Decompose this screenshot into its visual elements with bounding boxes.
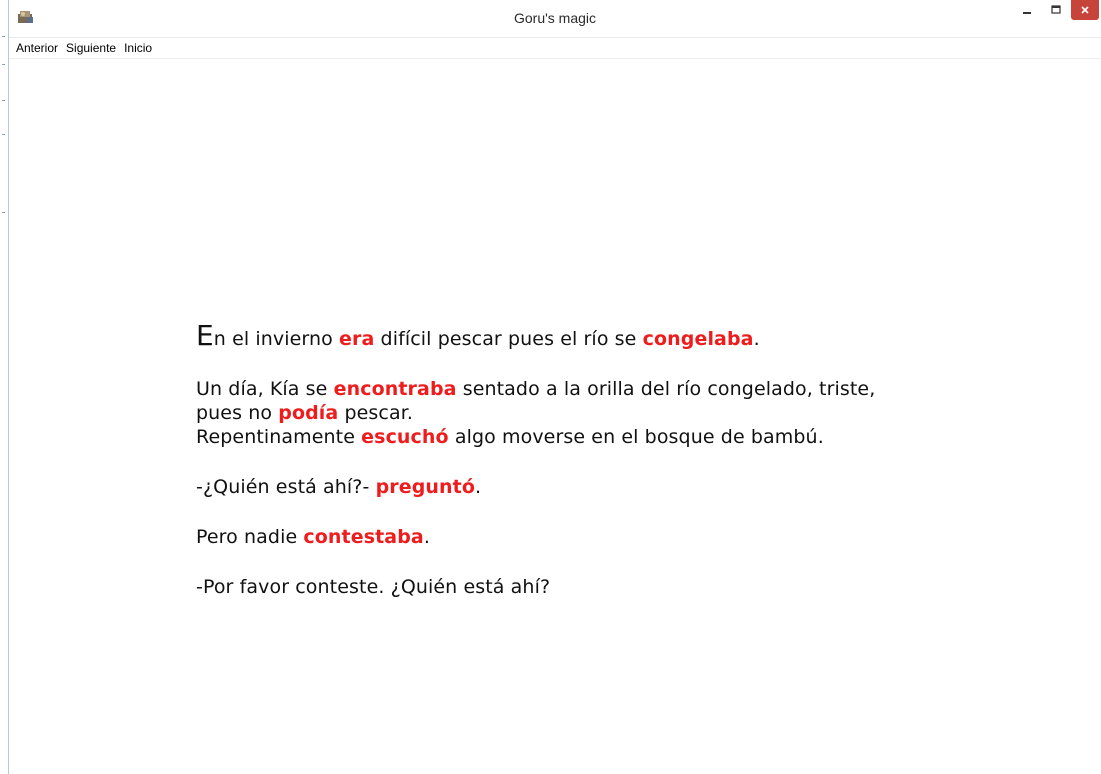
story-text-segment: . bbox=[753, 328, 760, 350]
story-line: Un día, Kía se encontraba sentado a la o… bbox=[196, 377, 1036, 401]
story-paragraph-2: Un día, Kía se encontraba sentado a la o… bbox=[196, 377, 1036, 449]
story-line: pues no podía pescar. bbox=[196, 401, 1036, 425]
maximize-icon bbox=[1050, 5, 1061, 14]
story-text-segment: pues no bbox=[196, 402, 279, 424]
title-bar[interactable]: Goru's magic bbox=[9, 0, 1101, 38]
window-title: Goru's magic bbox=[513, 10, 597, 26]
edge-tick bbox=[2, 212, 5, 213]
story-text-segment: . bbox=[423, 526, 430, 548]
highlighted-verb: podía bbox=[278, 402, 339, 424]
story-text-segment: Pero nadie bbox=[196, 526, 304, 548]
story-text-segment: algo moverse en el bosque de bambú. bbox=[448, 426, 824, 448]
story-text-segment: difícil pescar pues el río se bbox=[374, 328, 643, 350]
story-paragraph-4: Pero nadie contestaba. bbox=[196, 525, 1036, 549]
highlighted-verb: congelaba bbox=[642, 328, 754, 350]
minimize-icon bbox=[1022, 12, 1031, 14]
close-icon bbox=[1081, 6, 1089, 14]
edge-tick bbox=[2, 36, 5, 37]
menu-bar: Anterior Siguiente Inicio bbox=[9, 38, 1101, 59]
maximize-button[interactable] bbox=[1042, 0, 1069, 20]
story-paragraph-3: -¿Quién está ahí?- preguntó. bbox=[196, 475, 1036, 499]
drop-cap: E bbox=[196, 319, 214, 352]
story-text-segment: -Por favor conteste. ¿Quién está ahí? bbox=[196, 576, 551, 598]
story-text-segment: . bbox=[475, 476, 482, 498]
highlighted-verb: escuchó bbox=[361, 426, 449, 448]
desktop-edge bbox=[0, 0, 8, 774]
story-text-segment: Repentinamente bbox=[196, 426, 362, 448]
highlighted-verb: contestaba bbox=[303, 526, 424, 548]
story-text-segment: -¿Quién está ahí?- bbox=[196, 476, 376, 498]
edge-tick bbox=[2, 64, 5, 65]
menu-item-inicio[interactable]: Inicio bbox=[120, 38, 156, 59]
story-text-segment: Un día, Kía se bbox=[196, 378, 334, 400]
menu-item-siguiente[interactable]: Siguiente bbox=[62, 38, 120, 59]
story-line: Repentinamente escuchó algo moverse en e… bbox=[196, 425, 1036, 449]
app-window: Goru's magic Anterior Siguiente Inicio E… bbox=[8, 0, 1101, 774]
close-button[interactable] bbox=[1071, 0, 1099, 20]
minimize-button[interactable] bbox=[1013, 0, 1040, 20]
edge-tick bbox=[2, 134, 5, 135]
menu-item-anterior[interactable]: Anterior bbox=[12, 38, 62, 59]
story-paragraph-1: En el invierno era difícil pescar pues e… bbox=[196, 322, 1036, 351]
story-paragraph-5: -Por favor conteste. ¿Quién está ahí? bbox=[196, 575, 1036, 599]
story-text-segment: n el invierno bbox=[213, 328, 340, 350]
story-text-segment: sentado a la orilla del río congelado, t… bbox=[456, 378, 876, 400]
edge-tick bbox=[2, 100, 5, 101]
highlighted-verb: encontraba bbox=[333, 378, 457, 400]
story-text-segment: pescar. bbox=[338, 402, 414, 424]
highlighted-verb: era bbox=[339, 328, 375, 350]
story-text: En el invierno era difícil pescar pues e… bbox=[196, 322, 1036, 625]
highlighted-verb: preguntó bbox=[375, 476, 476, 498]
